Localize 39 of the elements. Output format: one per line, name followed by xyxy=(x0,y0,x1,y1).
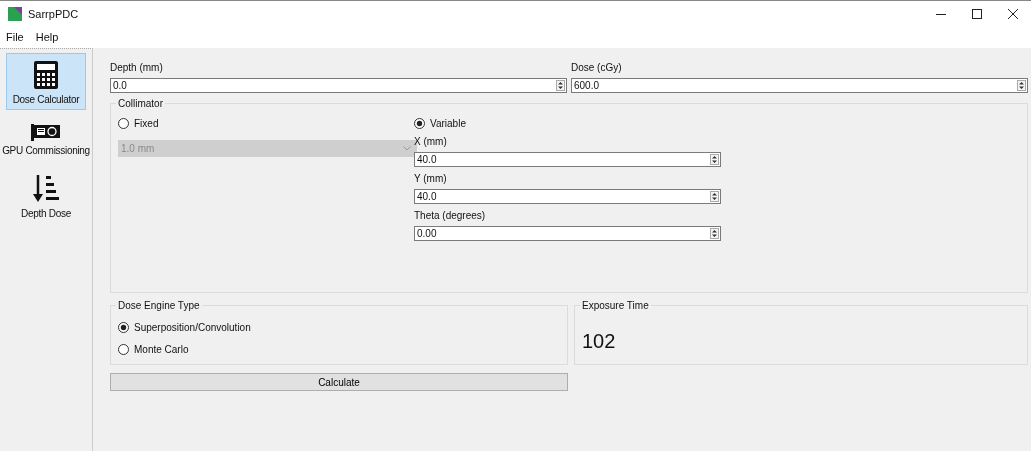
sidebar-item[interactable]: GPU Commissioning xyxy=(1,116,91,161)
number-field[interactable]: 40.0 xyxy=(414,152,721,167)
menu-item[interactable]: File xyxy=(4,31,26,43)
radio-button[interactable] xyxy=(118,321,129,333)
field-label: Dose (cGy) xyxy=(571,62,623,74)
number-field[interactable]: 0.0 xyxy=(110,78,567,93)
radio-label[interactable]: Monte Carlo xyxy=(134,343,189,355)
field-label: Theta (degrees) xyxy=(414,210,487,222)
exposure-value: 102 xyxy=(582,330,617,353)
maximize-icon xyxy=(972,8,982,19)
radio-button[interactable] xyxy=(414,117,425,129)
radio-label[interactable]: Variable xyxy=(430,117,466,129)
close-icon xyxy=(1008,8,1018,19)
field-label: Depth (mm) xyxy=(110,62,164,74)
sidebar-item[interactable]: Dose Calculator xyxy=(6,53,86,110)
group-title: Collimator xyxy=(116,98,165,109)
field-label: Y (mm) xyxy=(414,173,448,185)
radio-label[interactable]: Superposition/Convolution xyxy=(134,321,251,333)
spin-arrows-icon[interactable] xyxy=(556,80,565,91)
group-title: Exposure Time xyxy=(580,300,651,311)
spin-arrows-icon[interactable] xyxy=(710,228,719,239)
number-field[interactable]: 40.0 xyxy=(414,189,721,204)
spin-arrows-icon[interactable] xyxy=(710,154,719,165)
graphics-card-icon xyxy=(31,123,61,141)
field-label: X (mm) xyxy=(414,136,448,148)
calculate-button[interactable]: Calculate xyxy=(110,373,568,391)
app-logo-icon xyxy=(8,6,22,21)
calculator-icon xyxy=(33,60,59,90)
window-title: SarrpPDC xyxy=(28,7,79,20)
sidebar-item[interactable]: Depth Dose xyxy=(1,167,91,224)
spin-arrows-icon[interactable] xyxy=(710,191,719,202)
chevron-icon xyxy=(403,146,411,151)
number-field[interactable]: 600.0 xyxy=(571,78,1028,93)
down-arrow-bars-icon xyxy=(32,174,60,204)
menu-item[interactable]: Help xyxy=(33,31,61,43)
number-field[interactable]: 0.00 xyxy=(414,226,721,241)
radio-button[interactable] xyxy=(118,343,129,355)
group-title: Dose Engine Type xyxy=(116,300,202,311)
spin-arrows-icon[interactable] xyxy=(1017,80,1026,91)
